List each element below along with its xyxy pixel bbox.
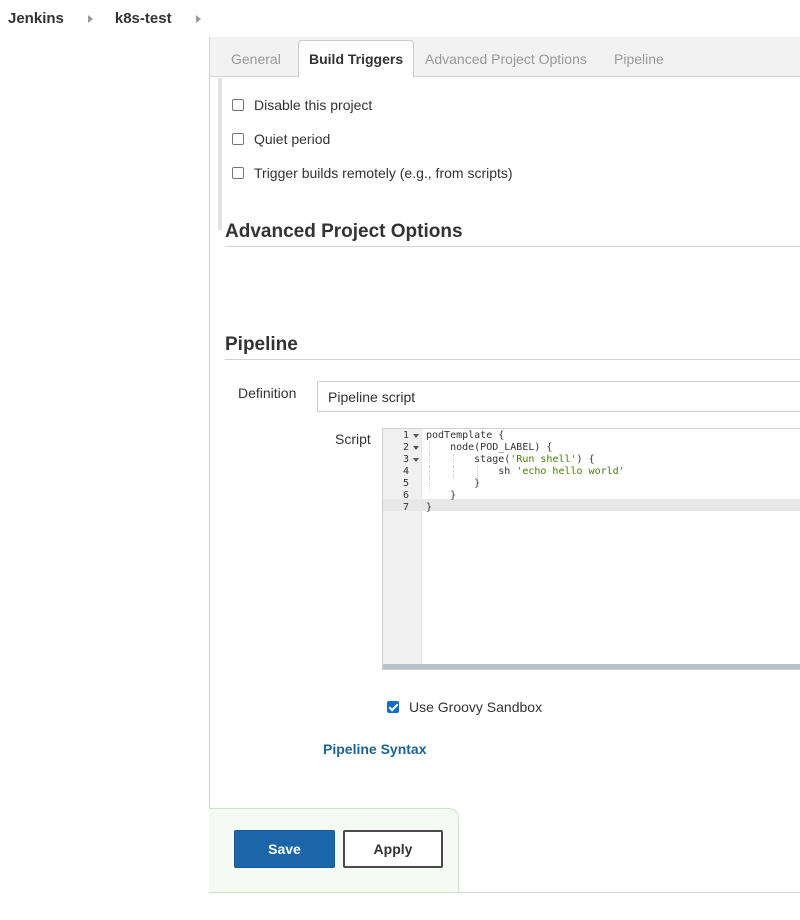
- trigger-remote-builds[interactable]: Trigger builds remotely (e.g., from scri…: [232, 165, 513, 181]
- definition-label: Definition: [238, 385, 297, 401]
- trigger-label: Quiet period: [254, 131, 331, 147]
- quiet-period-checkbox[interactable]: [232, 133, 244, 145]
- code-line: }: [426, 478, 481, 489]
- code-line: podTemplate {: [426, 430, 505, 441]
- line-number: 7: [403, 502, 410, 513]
- code-line: }: [426, 490, 457, 501]
- groovy-sandbox-option[interactable]: Use Groovy Sandbox: [387, 699, 542, 715]
- config-panel: General Build Triggers Advanced Project …: [209, 37, 800, 893]
- code-line: }: [426, 502, 433, 513]
- build-triggers-section: Disable this project Quiet period Trigge…: [218, 78, 800, 230]
- code-line: node(POD_LABEL) {: [426, 442, 553, 453]
- string-token: 'Run shell': [510, 454, 577, 465]
- breadcrumb-chevron-icon[interactable]: [195, 14, 201, 23]
- trigger-label: Disable this project: [254, 97, 373, 113]
- tab-build-triggers[interactable]: Build Triggers: [298, 40, 415, 78]
- pipeline-header: Pipeline: [225, 334, 800, 360]
- breadcrumb-chevron-icon[interactable]: [87, 14, 93, 23]
- editor-horizontal-scrollbar[interactable]: [383, 664, 800, 669]
- definition-value: Pipeline script: [328, 388, 416, 405]
- sandbox-label: Use Groovy Sandbox: [409, 699, 543, 715]
- trigger-remotely-checkbox[interactable]: [232, 167, 244, 179]
- script-label: Script: [335, 431, 371, 447]
- trigger-quiet-period[interactable]: Quiet period: [232, 131, 330, 147]
- pipeline-syntax-link[interactable]: Pipeline Syntax: [323, 741, 426, 757]
- tab-advanced-project-options[interactable]: Advanced Project Options: [425, 40, 587, 77]
- line-number: 5: [403, 478, 410, 489]
- breadcrumb: Jenkins k8s-test: [0, 0, 800, 37]
- fold-arrow-icon[interactable]: [413, 434, 419, 438]
- definition-select[interactable]: Pipeline script: [317, 381, 800, 412]
- line-number: 4: [403, 466, 410, 477]
- string-token: 'echo hello world': [516, 466, 625, 477]
- save-button[interactable]: Save: [234, 830, 335, 868]
- line-number: 6: [403, 490, 410, 501]
- trigger-label: Trigger builds remotely (e.g., from scri…: [254, 165, 513, 181]
- advanced-options-header: Advanced Project Options: [225, 221, 800, 247]
- bottom-button-bar: Save Apply: [209, 808, 459, 893]
- code-line: sh 'echo hello world': [426, 466, 625, 477]
- code-line: stage('Run shell') {: [426, 454, 595, 465]
- fold-arrow-icon[interactable]: [413, 458, 419, 462]
- tab-pipeline[interactable]: Pipeline: [614, 40, 664, 77]
- trigger-disable-project[interactable]: Disable this project: [232, 97, 372, 113]
- groovy-sandbox-checkbox[interactable]: [387, 701, 399, 713]
- script-editor[interactable]: 1 2 3 4 5 6 7 podTemplate { node(POD_LAB…: [382, 428, 800, 670]
- apply-button[interactable]: Apply: [343, 830, 443, 868]
- disable-project-checkbox[interactable]: [232, 99, 244, 111]
- fold-arrow-icon[interactable]: [413, 446, 419, 450]
- config-tabbar: General Build Triggers Advanced Project …: [210, 37, 800, 78]
- tab-general[interactable]: General: [231, 40, 281, 77]
- breadcrumb-item-jenkins[interactable]: Jenkins: [8, 10, 64, 27]
- breadcrumb-item-job[interactable]: k8s-test: [115, 10, 172, 27]
